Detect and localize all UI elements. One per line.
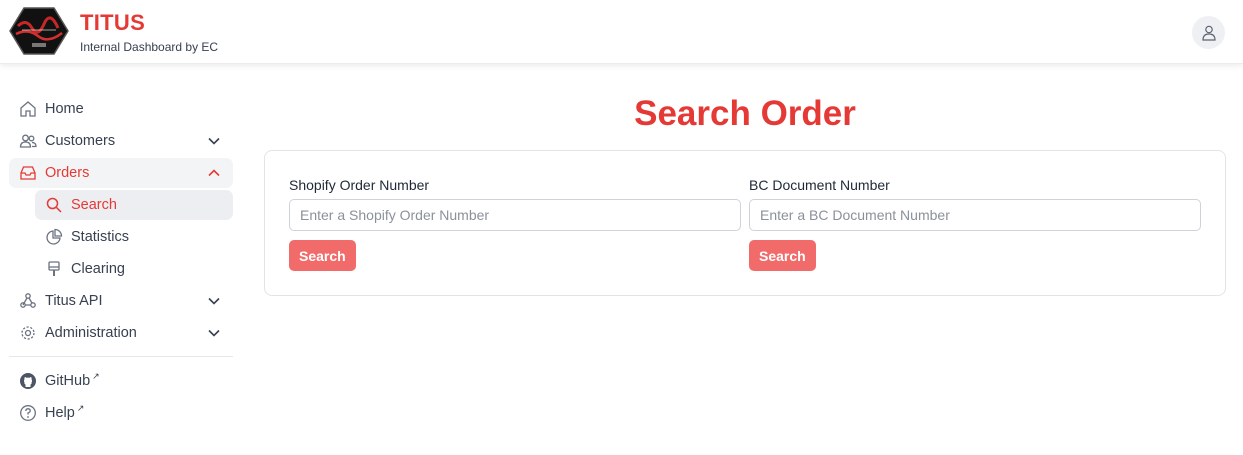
sidebar-link-help[interactable]: Help ↗ — [9, 398, 233, 428]
webhook-icon — [20, 293, 36, 308]
app-subtitle: Internal Dashboard by EC — [80, 40, 219, 54]
shopify-order-label: Shopify Order Number — [289, 177, 430, 193]
chevron-down-icon — [208, 137, 220, 145]
github-icon — [20, 373, 36, 389]
search-card: Shopify Order Number Search BC Document … — [264, 150, 1226, 296]
sidebar-item-label: Clearing — [71, 261, 125, 277]
sidebar-item-customers[interactable]: Customers — [9, 126, 233, 156]
gear-icon — [21, 326, 35, 340]
user-icon — [1201, 25, 1216, 41]
sidebar-item-orders-clearing[interactable]: Clearing — [35, 254, 233, 284]
sidebar-item-label: Home — [45, 101, 84, 117]
help-icon — [20, 405, 36, 421]
bc-document-input[interactable] — [749, 199, 1201, 231]
titus-logo[interactable] — [8, 6, 70, 56]
sidebar-item-administration[interactable]: Administration — [9, 318, 233, 348]
sidebar-item-orders[interactable]: Orders — [9, 158, 233, 188]
sidebar-item-home[interactable]: Home — [9, 94, 233, 124]
sidebar-link-github[interactable]: GitHub ↗ — [9, 366, 233, 396]
user-menu-button[interactable] — [1192, 16, 1225, 49]
users-icon — [19, 134, 37, 148]
sidebar-item-orders-search[interactable]: Search — [35, 190, 233, 220]
sidebar-item-titus-api[interactable]: Titus API — [9, 286, 233, 316]
sidebar-link-label-wrap: Help ↗ — [45, 403, 85, 421]
pie-chart-icon — [46, 228, 63, 245]
sidebar-link-label-wrap: GitHub ↗ — [45, 371, 100, 389]
sidebar-item-label: Search — [71, 197, 117, 213]
external-link-icon: ↗ — [76, 403, 85, 413]
page-title: Search Order — [634, 94, 856, 133]
sidebar-item-label: Statistics — [71, 229, 130, 245]
brush-icon — [48, 261, 60, 276]
bc-search-group: BC Document Number Search — [749, 177, 1201, 271]
shopify-search-button[interactable]: Search — [289, 240, 356, 271]
home-icon — [20, 101, 36, 117]
sidebar-divider — [9, 356, 233, 357]
chevron-down-icon — [208, 329, 220, 337]
top-header: TITUS Internal Dashboard by EC — [0, 0, 1243, 64]
external-link-icon: ↗ — [92, 371, 100, 381]
bc-document-label: BC Document Number — [749, 177, 890, 193]
sidebar: Home Customers Orders Search Statistics … — [9, 94, 233, 430]
sidebar-link-label: Help — [45, 405, 75, 421]
chevron-up-icon — [208, 169, 220, 177]
sidebar-item-label: Administration — [45, 325, 137, 341]
sidebar-item-label: Titus API — [45, 293, 103, 309]
shopify-search-group: Shopify Order Number Search — [289, 177, 741, 271]
search-icon — [46, 197, 62, 213]
sidebar-item-label: Orders — [45, 165, 90, 181]
sidebar-item-orders-statistics[interactable]: Statistics — [35, 222, 233, 252]
bc-search-button[interactable]: Search — [749, 240, 816, 271]
app-title: TITUS — [80, 10, 146, 35]
sidebar-item-label: Customers — [45, 133, 116, 149]
sidebar-link-label: GitHub — [45, 373, 91, 389]
inbox-icon — [20, 166, 36, 180]
shopify-order-input[interactable] — [289, 199, 741, 231]
chevron-down-icon — [208, 297, 220, 305]
